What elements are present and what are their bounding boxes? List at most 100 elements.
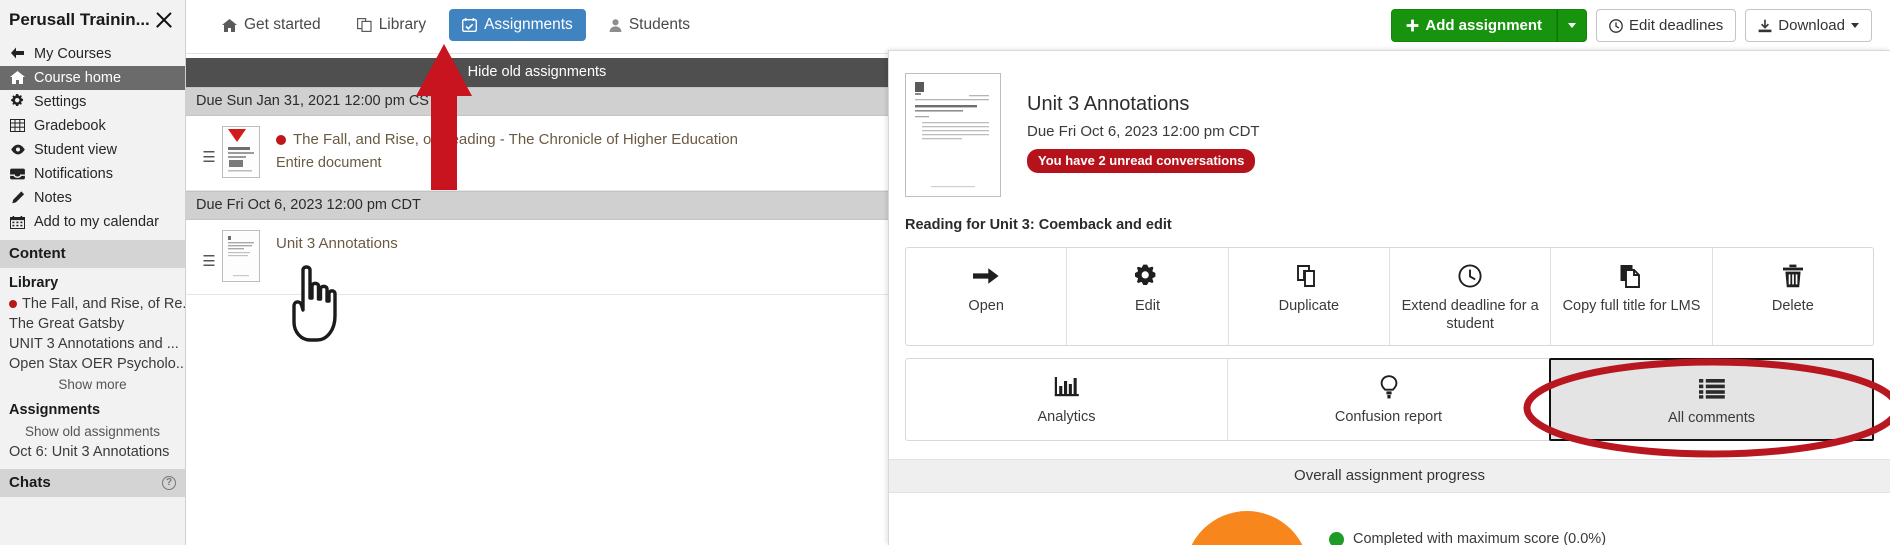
assignment-list: Hide old assignments Due Sun Jan 31, 202… bbox=[186, 54, 888, 545]
sidebar-item-add-to-my-calendar[interactable]: Add to my calendar bbox=[0, 210, 185, 234]
action-label: Analytics bbox=[1037, 409, 1096, 426]
assignment-title-row: The Fall, and Rise, of Reading - The Chr… bbox=[276, 130, 738, 150]
table-icon bbox=[9, 118, 26, 134]
trash-icon bbox=[1782, 262, 1804, 290]
sidebar-item-gradebook[interactable]: Gradebook bbox=[0, 114, 185, 138]
action-label: Extend deadline for a student bbox=[1401, 298, 1539, 333]
drag-handle-icon[interactable]: ☰ bbox=[196, 126, 222, 166]
sidebar-item-settings[interactable]: Settings bbox=[0, 90, 185, 114]
tab-library[interactable]: Library bbox=[344, 9, 439, 41]
action-label: Copy full title for LMS bbox=[1562, 298, 1701, 314]
sidebar-item-notifications[interactable]: Notifications bbox=[0, 162, 185, 186]
bar-chart-icon bbox=[1054, 373, 1080, 401]
calendar-check-icon bbox=[462, 18, 478, 32]
analytics-button[interactable]: Analytics bbox=[906, 359, 1228, 441]
sidebar-library-item[interactable]: The Fall, and Rise, of Re... bbox=[0, 294, 185, 314]
edit-deadlines-button[interactable]: Edit deadlines bbox=[1596, 9, 1737, 42]
plus-icon bbox=[1406, 19, 1419, 32]
topbar-tabs: Get started Library Assignments Students bbox=[209, 9, 703, 41]
sidebar-library-item-label: UNIT 3 Annotations and ... bbox=[9, 336, 179, 352]
sidebar-item-student-view[interactable]: Student view bbox=[0, 138, 185, 162]
sidebar-item-label: My Courses bbox=[34, 46, 112, 62]
sidebar-item-label: Course home bbox=[34, 70, 122, 86]
lightbulb-icon bbox=[1379, 373, 1399, 401]
close-icon[interactable] bbox=[153, 9, 175, 31]
sidebar-assignment-item-label: Oct 6: Unit 3 Annotations bbox=[9, 444, 170, 460]
show-more-link[interactable]: Show more bbox=[0, 374, 185, 395]
pencil-icon bbox=[12, 191, 25, 204]
copy-icon bbox=[1619, 262, 1643, 290]
tab-assignments[interactable]: Assignments bbox=[449, 9, 586, 41]
progress-pie-chart bbox=[1185, 511, 1309, 545]
sidebar-subheader-library: Library bbox=[9, 275, 59, 291]
list-icon bbox=[1698, 374, 1725, 402]
topbar: Get started Library Assignments Students… bbox=[186, 0, 1890, 54]
duplicate-button[interactable]: Duplicate bbox=[1229, 248, 1390, 346]
detail-header: Unit 3 Annotations Due Fri Oct 6, 2023 1… bbox=[889, 51, 1890, 197]
drag-handle-icon[interactable]: ☰ bbox=[196, 230, 222, 270]
page-title: Unit 3 Annotations bbox=[1027, 93, 1190, 115]
open-button[interactable]: Open bbox=[906, 248, 1068, 346]
table-row[interactable]: ☰ Unit 3 Annotations bbox=[186, 220, 888, 295]
sidebar-item-my-courses[interactable]: My Courses bbox=[0, 42, 185, 66]
status-badge[interactable]: You have 2 unread conversations bbox=[1027, 149, 1256, 173]
home-icon bbox=[222, 18, 237, 32]
course-title: Perusall Trainin... bbox=[9, 10, 150, 29]
unread-dot-icon bbox=[276, 134, 286, 145]
sidebar-library-item[interactable]: Open Stax OER Psycholo... bbox=[0, 354, 185, 374]
confusion-report-button[interactable]: Confusion report bbox=[1228, 359, 1550, 441]
sidebar-item-label: Add to my calendar bbox=[34, 214, 159, 230]
assignment-subtitle: Entire document bbox=[276, 154, 382, 171]
add-assignment-button[interactable]: Add assignment bbox=[1391, 9, 1558, 42]
sidebar-assignment-item[interactable]: Oct 6: Unit 3 Annotations bbox=[0, 442, 185, 462]
sidebar-item-label: Notifications bbox=[34, 166, 113, 182]
tab-get-started[interactable]: Get started bbox=[209, 9, 334, 41]
sidebar-item-label: Student view bbox=[34, 142, 118, 158]
sidebar-library-item[interactable]: The Great Gatsby bbox=[0, 314, 185, 334]
unread-dot-icon bbox=[9, 300, 17, 308]
detail-meta: Unit 3 Annotations Due Fri Oct 6, 2023 1… bbox=[1001, 73, 1260, 197]
assignment-note: Reading for Unit 3: Coemback and edit bbox=[905, 217, 1172, 233]
due-date-header: Due Sun Jan 31, 2021 12:00 pm CST bbox=[186, 87, 888, 116]
action-label: Delete bbox=[1771, 298, 1814, 314]
person-icon bbox=[609, 18, 622, 32]
sidebar-nav: My Courses Course home Settings Gradeboo… bbox=[0, 42, 185, 234]
action-row-primary: Open Edit Duplicate Extend deadline for … bbox=[905, 247, 1874, 347]
due-date-header: Due Fri Oct 6, 2023 12:00 pm CDT bbox=[186, 191, 888, 220]
sidebar-chats-label: Chats bbox=[9, 474, 51, 491]
sidebar-section-chats: Chats ? bbox=[0, 469, 185, 497]
table-row[interactable]: ☰ The Fall, and Rise, of Reading - The C… bbox=[186, 116, 888, 191]
tab-students[interactable]: Students bbox=[596, 9, 703, 41]
legend-color-swatch bbox=[1329, 531, 1344, 545]
sidebar-library-item[interactable]: UNIT 3 Annotations and ... bbox=[0, 334, 185, 354]
assignment-info: Unit 3 Annotations bbox=[260, 230, 398, 254]
delete-button[interactable]: Delete bbox=[1713, 248, 1873, 345]
assignment-title: Unit 3 Annotations bbox=[276, 235, 398, 252]
edit-button[interactable]: Edit bbox=[1067, 248, 1229, 346]
due-date: Due Fri Oct 6, 2023 12:00 pm CDT bbox=[1027, 123, 1260, 140]
all-comments-button[interactable]: All comments bbox=[1549, 358, 1874, 442]
home-icon bbox=[9, 70, 26, 86]
document-thumbnail bbox=[905, 73, 1001, 197]
show-old-assignments-link[interactable]: Show old assignments bbox=[0, 421, 185, 442]
copy-full-title-button[interactable]: Copy full title for LMS bbox=[1551, 248, 1713, 346]
extend-deadline-button[interactable]: Extend deadline for a student bbox=[1390, 248, 1552, 346]
progress-header: Overall assignment progress bbox=[889, 459, 1890, 494]
duplicate-icon bbox=[1296, 262, 1321, 290]
sidebar-section-content: Content bbox=[0, 240, 185, 268]
arrow-right-icon bbox=[973, 262, 999, 290]
hide-old-assignments-button[interactable]: Hide old assignments bbox=[186, 58, 888, 87]
gear-icon bbox=[1135, 262, 1159, 290]
document-thumbnail bbox=[222, 126, 260, 178]
add-assignment-dropdown-button[interactable] bbox=[1557, 9, 1588, 42]
question-mark-icon[interactable]: ? bbox=[162, 475, 176, 490]
sidebar-item-notes[interactable]: Notes bbox=[0, 186, 185, 210]
assignment-title: The Fall, and Rise, of Reading - The Chr… bbox=[293, 131, 738, 148]
download-button[interactable]: Download bbox=[1745, 9, 1872, 42]
action-label: Duplicate bbox=[1278, 298, 1340, 314]
progress-legend: Completed with maximum score (0.0%) bbox=[1329, 531, 1606, 545]
sidebar-item-course-home[interactable]: Course home bbox=[0, 66, 185, 90]
add-assignment-label: Add assignment bbox=[1425, 17, 1543, 34]
action-row-secondary: Analytics Confusion report All comments bbox=[905, 358, 1874, 442]
books-icon bbox=[356, 18, 372, 32]
